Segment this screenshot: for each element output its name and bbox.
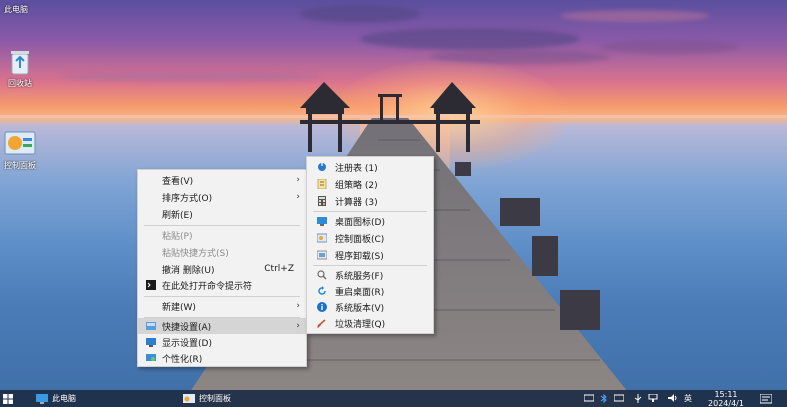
submenu-item-label: 程序卸载(S) — [335, 251, 384, 262]
personalize-icon — [146, 354, 156, 361]
tray-overflow-icon[interactable] — [584, 394, 594, 402]
chevron-right-icon: › — [296, 301, 300, 311]
menu-item-paste[interactable]: 粘贴(P) — [138, 227, 306, 243]
menu-item-label: 刷新(E) — [162, 210, 193, 221]
desktop-icon-label: 控制面板 — [4, 161, 36, 170]
submenu-item-label: 桌面图标(D) — [335, 217, 385, 228]
bluetooth-icon[interactable] — [600, 394, 608, 403]
submenu-item-label: 垃圾清理(Q) — [335, 319, 386, 330]
quick-settings-icon — [146, 322, 156, 330]
menu-item-display-settings[interactable]: 显示设置(D) — [138, 334, 306, 350]
cleanup-icon — [317, 319, 326, 328]
submenu-item-label: 注册表 (1) — [335, 163, 378, 174]
submenu-item-group-policy[interactable]: 组策略 (2) — [307, 176, 433, 192]
usb-icon[interactable] — [634, 394, 642, 403]
submenu-item-label: 系统服务(F) — [335, 271, 384, 282]
menu-item-refresh[interactable]: 刷新(E) — [138, 206, 306, 222]
taskbar-item-label: 控制面板 — [199, 394, 231, 403]
control-panel-icon — [4, 131, 36, 155]
menu-item-quick-settings[interactable]: 快捷设置(A) › — [138, 318, 306, 334]
command-prompt-icon — [146, 280, 156, 290]
menu-item-label: 快捷设置(A) — [162, 322, 212, 333]
taskbar-item-control-panel[interactable]: 控制面板 — [183, 390, 231, 407]
menu-item-label: 个性化(R) — [162, 354, 203, 365]
menu-item-label: 显示设置(D) — [162, 338, 212, 349]
restart-icon — [318, 286, 326, 295]
display-settings-icon — [146, 338, 156, 347]
clock-time: 15:11 — [714, 390, 738, 399]
menu-separator — [144, 296, 300, 297]
menu-item-label: 粘贴快捷方式(S) — [162, 248, 229, 259]
network-icon[interactable] — [648, 394, 658, 402]
desktop-icons-icon — [317, 217, 327, 226]
chevron-right-icon: › — [296, 175, 300, 185]
notification-icon[interactable] — [760, 394, 772, 404]
menu-item-label: 撤消 删除(U) — [162, 265, 215, 276]
registry-icon — [318, 163, 326, 171]
menu-item-personalize[interactable]: 个性化(R) — [138, 350, 306, 366]
uninstall-icon — [317, 250, 327, 260]
taskbar-item-label: 此电脑 — [52, 394, 76, 403]
desktop-icon-control-panel[interactable]: 控制面板 — [0, 130, 40, 171]
menu-item-label: 在此处打开命令提示符 — [162, 281, 253, 292]
submenu-item-cleanup[interactable]: 垃圾清理(Q) — [307, 315, 433, 331]
ime-indicator[interactable]: 英 — [684, 393, 692, 404]
desktop-label-this-pc[interactable]: 此电脑 — [4, 4, 28, 15]
submenu-item-services[interactable]: 系统服务(F) — [307, 267, 433, 283]
submenu-item-registry[interactable]: 注册表 (1) — [307, 159, 433, 175]
group-policy-icon — [317, 179, 327, 189]
menu-separator — [144, 225, 300, 226]
submenu-item-label: 重启桌面(R) — [335, 287, 385, 298]
recycle-bin-icon — [11, 51, 29, 75]
submenu-item-restart-desktop[interactable]: 重启桌面(R) — [307, 283, 433, 299]
menu-item-shortcut: Ctrl+Z — [264, 264, 294, 274]
menu-item-undo-delete[interactable]: 撤消 删除(U) Ctrl+Z — [138, 261, 306, 277]
menu-item-label: 查看(V) — [162, 176, 194, 187]
submenu-item-label: 组策略 (2) — [335, 180, 378, 191]
desktop-icon-label: 回收站 — [8, 79, 32, 88]
calculator-icon — [318, 196, 326, 206]
chevron-right-icon: › — [296, 321, 300, 331]
menu-item-label: 粘贴(P) — [162, 231, 193, 242]
volume-icon[interactable] — [668, 394, 678, 402]
clock[interactable]: 15:11 2024/4/1 — [706, 390, 746, 407]
submenu-item-calculator[interactable]: 计算器 (3) — [307, 193, 433, 209]
menu-item-view[interactable]: 查看(V) › — [138, 172, 306, 188]
menu-separator — [313, 265, 427, 266]
submenu-item-desktop-icons[interactable]: 桌面图标(D) — [307, 213, 433, 229]
info-icon — [317, 302, 327, 312]
desktop-icon-recycle-bin[interactable]: 回收站 — [0, 48, 40, 89]
menu-item-paste-shortcut[interactable]: 粘贴快捷方式(S) — [138, 244, 306, 260]
keyboard-icon[interactable] — [614, 394, 624, 402]
menu-item-sort-by[interactable]: 排序方式(O) › — [138, 189, 306, 205]
menu-item-new[interactable]: 新建(W) › — [138, 298, 306, 314]
start-button[interactable] — [3, 390, 13, 407]
quick-settings-submenu: 注册表 (1) 组策略 (2) 计算器 (3) 桌面图标(D) 控制面板(C) — [306, 156, 434, 334]
submenu-item-uninstall[interactable]: 程序卸载(S) — [307, 247, 433, 263]
submenu-item-label: 计算器 (3) — [335, 197, 378, 208]
services-icon — [317, 270, 327, 280]
clock-date: 2024/4/1 — [708, 399, 744, 407]
desktop-context-menu: 查看(V) › 排序方式(O) › 刷新(E) 粘贴(P) 粘贴快捷方式(S) … — [137, 169, 307, 367]
taskbar-item-this-pc[interactable]: 此电脑 — [36, 390, 76, 407]
menu-separator — [313, 211, 427, 212]
control-panel-icon — [183, 393, 195, 403]
menu-item-label: 新建(W) — [162, 302, 196, 313]
submenu-item-label: 控制面板(C) — [335, 234, 385, 245]
menu-item-label: 排序方式(O) — [162, 193, 213, 204]
submenu-item-control-panel[interactable]: 控制面板(C) — [307, 230, 433, 246]
this-pc-icon — [36, 393, 48, 404]
windows-logo-icon — [3, 393, 13, 404]
chevron-right-icon: › — [296, 192, 300, 202]
submenu-item-label: 系统版本(V) — [335, 303, 385, 314]
submenu-item-system-version[interactable]: 系统版本(V) — [307, 299, 433, 315]
menu-item-open-command-prompt[interactable]: 在此处打开命令提示符 — [138, 277, 306, 293]
taskbar: 此电脑 控制面板 英 15:11 2024/4/1 — [0, 390, 787, 407]
control-panel-icon — [317, 233, 327, 243]
